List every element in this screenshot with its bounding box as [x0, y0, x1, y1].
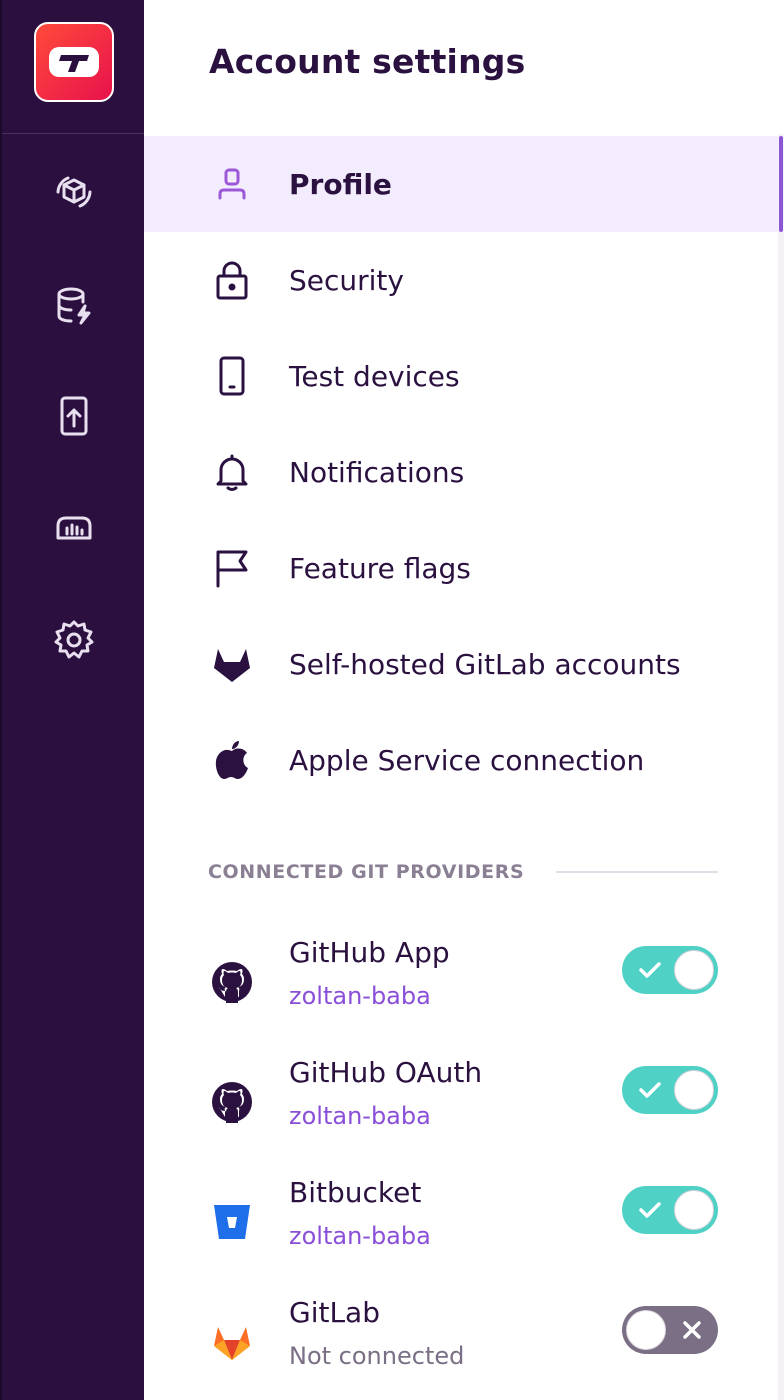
app-logo[interactable]	[34, 22, 114, 102]
logo-area	[2, 0, 144, 134]
provider-name: GitHub OAuth	[289, 1056, 483, 1089]
provider-username[interactable]: zoltan-baba	[289, 1222, 431, 1250]
check-icon	[636, 956, 664, 984]
nav-item-label: Test devices	[289, 359, 460, 393]
person-icon	[210, 162, 254, 206]
nav-item-security[interactable]: Security	[144, 232, 778, 328]
bitbucket-toggle[interactable]	[622, 1186, 718, 1234]
apps-icon[interactable]	[48, 166, 100, 218]
nav-item-label: Apple Service connection	[289, 743, 645, 777]
page-title: Account settings	[209, 42, 526, 81]
provider-status: Not connected	[289, 1342, 465, 1370]
scrollbar-thumb[interactable]	[779, 136, 783, 232]
provider-name: Bitbucket	[289, 1176, 422, 1209]
scrollbar[interactable]	[778, 134, 784, 1400]
github-app-toggle[interactable]	[622, 946, 718, 994]
nav-item-feature-flags[interactable]: Feature flags	[144, 520, 778, 616]
provider-name: GitHub App	[289, 936, 450, 969]
provider-gitlab: GitLab Not connected	[144, 1294, 778, 1394]
close-icon	[678, 1316, 706, 1344]
nav-item-profile[interactable]: Profile	[144, 136, 778, 232]
provider-bitbucket: Bitbucket zoltan-baba	[144, 1174, 778, 1274]
nav-item-apple-service[interactable]: Apple Service connection	[144, 712, 778, 808]
provider-github-app: GitHub App zoltan-baba	[144, 934, 778, 1034]
provider-name: GitLab	[289, 1296, 380, 1329]
section-divider	[556, 871, 718, 873]
toggle-knob	[674, 1190, 714, 1230]
section-label: CONNECTED GIT PROVIDERS	[208, 861, 525, 883]
nav-item-label: Notifications	[289, 455, 465, 489]
nav-item-label: Feature flags	[289, 551, 471, 585]
provider-username[interactable]: zoltan-baba	[289, 982, 431, 1010]
provider-github-oauth: GitHub OAuth zoltan-baba	[144, 1054, 778, 1154]
nav-item-test-devices[interactable]: Test devices	[144, 328, 778, 424]
phone-icon	[210, 354, 254, 398]
flag-icon	[210, 546, 254, 590]
bell-icon	[210, 450, 254, 494]
gitlab-icon	[210, 642, 254, 686]
gear-icon[interactable]	[48, 614, 100, 666]
lock-icon	[210, 258, 254, 302]
nav-item-label: Security	[289, 263, 404, 297]
database-bolt-icon[interactable]	[48, 280, 100, 332]
check-icon	[636, 1076, 664, 1104]
github-icon	[210, 1080, 254, 1124]
toggle-knob	[626, 1310, 666, 1350]
check-icon	[636, 1196, 664, 1224]
github-icon	[210, 960, 254, 1004]
nav-item-label: Self-hosted GitLab accounts	[289, 647, 681, 681]
nav-item-self-hosted-gitlab[interactable]: Self-hosted GitLab accounts	[144, 616, 778, 712]
provider-username[interactable]: zoltan-baba	[289, 1102, 431, 1130]
dashboard-icon[interactable]	[48, 502, 100, 554]
device-upload-icon[interactable]	[48, 390, 100, 442]
settings-panel: Account settings Profile Security Test d…	[144, 0, 784, 1400]
nav-item-notifications[interactable]: Notifications	[144, 424, 778, 520]
toggle-knob	[674, 1070, 714, 1110]
nav-item-label: Profile	[289, 167, 392, 201]
toggle-knob	[674, 950, 714, 990]
apple-icon	[210, 738, 254, 782]
sidebar	[0, 0, 144, 1400]
gitlab-toggle[interactable]	[622, 1306, 718, 1354]
github-oauth-toggle[interactable]	[622, 1066, 718, 1114]
bitbucket-icon	[210, 1200, 254, 1244]
git-providers-section-header: CONNECTED GIT PROVIDERS	[208, 858, 718, 886]
gitlab-color-icon	[210, 1320, 254, 1364]
